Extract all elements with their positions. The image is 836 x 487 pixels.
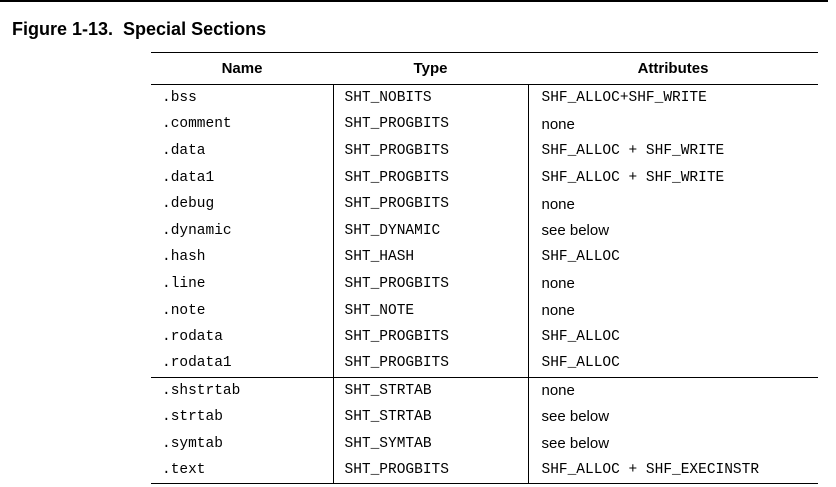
cell-name: .debug [151,190,334,218]
table-row: .comment SHT_PROGBITS none [151,111,818,138]
cell-type: SHT_STRTAB [333,403,529,431]
cell-attributes: none [541,115,575,133]
cell-name: .rodata1 [151,350,334,378]
table-row: .debug SHT_PROGBITS none [151,190,818,218]
cell-name: .bss [151,84,334,112]
cell-attributes: none [528,376,818,404]
table-row: .data1 SHT_PROGBITS SHF_ALLOC + SHF_WRIT… [151,164,818,191]
cell-attributes: none [541,275,575,293]
table-body: .bss SHT_NOBITS SHF_ALLOC+SHF_WRITE .com… [151,84,818,484]
cell-type: SHT_PROGBITS [333,350,529,378]
cell-type: SHT_PROGBITS [333,190,529,218]
cell-name: .data1 [151,164,334,191]
cell-type: SHT_SYMTAB [333,430,529,457]
cell-name: .symtab [151,430,334,457]
table-row: .dynamic SHT_DYNAMIC see below [151,217,818,245]
cell-name: .shstrtab [151,376,334,404]
figure-title: Figure 1-13. Special Sections [12,19,267,39]
cell-type: SHT_PROGBITS [333,323,529,351]
cell-name: .line [151,270,334,298]
top-rule [0,0,828,2]
cell-attributes: SHF_ALLOC + SHF_WRITE [541,142,725,159]
table-row: .hash SHT_HASH SHF_ALLOC [151,244,818,271]
cell-type: SHT_HASH [333,244,529,271]
cell-name: .note [151,297,334,324]
table-row: .data SHT_PROGBITS SHF_ALLOC + SHF_WRITE [151,137,818,165]
cell-type: SHT_NOBITS [333,84,529,112]
table-row: .shstrtab SHT_STRTAB none [151,376,818,404]
cell-name: .hash [151,244,334,271]
cell-attributes: SHF_ALLOC+SHF_WRITE [541,90,707,107]
cell-name: .strtab [151,403,334,431]
table-row: .rodata1 SHT_PROGBITS SHF_ALLOC [151,350,818,378]
cell-type: SHT_STRTAB [333,376,529,404]
cell-type: SHT_NOTE [333,297,529,324]
cell-attributes: see below [541,408,610,426]
header-row: Name Type Attributes [151,52,818,85]
column-header-attributes: Attributes [528,52,818,85]
table-row: .note SHT_NOTE none [151,297,818,324]
table-row: .rodata SHT_PROGBITS SHF_ALLOC [151,323,818,351]
cell-attributes: see below [541,435,610,453]
cell-type: SHT_PROGBITS [333,164,529,191]
cell-attributes: SHF_ALLOC [541,355,620,372]
cell-attributes: see below [541,222,610,240]
cell-attributes: SHF_ALLOC + SHF_WRITE [541,169,725,186]
cell-name: .rodata [151,323,334,351]
cell-attributes: SHF_ALLOC [541,249,620,266]
cell-type: SHT_PROGBITS [333,111,529,138]
cell-name: .dynamic [151,217,334,245]
cell-type: SHT_PROGBITS [333,456,529,484]
table-row: .text SHT_PROGBITS SHF_ALLOC + SHF_EXECI… [151,456,818,484]
cell-name: .data [151,137,334,165]
cell-name: .comment [151,111,334,138]
table-row: .bss SHT_NOBITS SHF_ALLOC+SHF_WRITE [151,84,818,112]
cell-type: SHT_DYNAMIC [333,217,529,245]
cell-type: SHT_PROGBITS [333,270,529,298]
special-sections-table: Name Type Attributes .bss SHT_NOBITS SHF… [151,52,818,484]
table-row: .symtab SHT_SYMTAB see below [151,430,818,457]
column-header-type: Type [333,52,528,85]
table-header: Name Type Attributes [151,52,818,85]
column-header-name: Name [151,52,333,85]
cell-attributes: SHF_ALLOC + SHF_EXECINSTR [528,456,818,484]
cell-attributes: none [541,302,575,320]
cell-type: SHT_PROGBITS [333,137,529,165]
cell-attributes: SHF_ALLOC [541,329,620,346]
table-row: .line SHT_PROGBITS none [151,270,818,298]
cell-name: .text [151,456,334,484]
table-row: .strtab SHT_STRTAB see below [151,403,818,431]
cell-attributes: none [541,195,575,213]
